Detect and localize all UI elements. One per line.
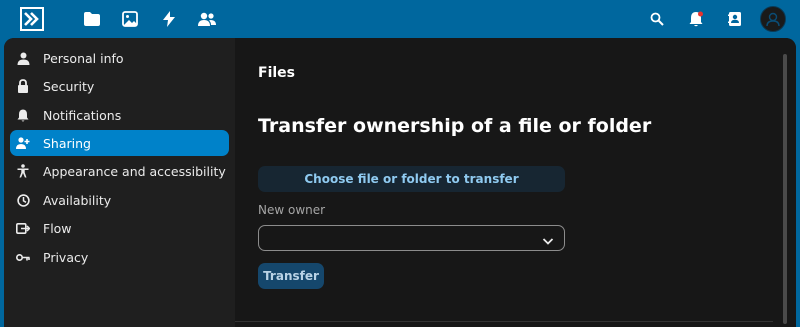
sidebar-item-appearance[interactable]: Appearance and accessibility [10, 158, 229, 184]
sidebar-item-label: Availability [43, 192, 112, 208]
main-content: Files Transfer ownership of a file or fo… [235, 38, 773, 327]
sidebar-item-personal-info[interactable]: Personal info [10, 45, 229, 71]
sidebar-item-label: Notifications [43, 107, 122, 123]
sidebar-item-security[interactable]: Security [10, 73, 229, 99]
section-title: Files [258, 65, 295, 81]
share-person-icon [16, 136, 30, 150]
contacts-menu-icon[interactable] [725, 9, 745, 29]
new-owner-select[interactable] [258, 225, 565, 251]
notifications-icon[interactable] [686, 9, 706, 29]
new-owner-label: New owner [258, 203, 326, 217]
transfer-button[interactable]: Transfer [258, 263, 324, 289]
key-icon [16, 250, 30, 264]
nextcloud-logo-icon[interactable] [20, 7, 44, 31]
sidebar-item-label: Privacy [43, 249, 89, 265]
photos-icon[interactable] [120, 9, 140, 29]
search-icon[interactable] [647, 9, 667, 29]
sidebar-item-privacy[interactable]: Privacy [10, 244, 229, 270]
sidebar-item-notifications[interactable]: Notifications [10, 102, 229, 128]
scrollbar[interactable] [773, 38, 796, 327]
accessibility-icon [16, 164, 30, 178]
sidebar-item-label: Sharing [43, 135, 91, 151]
app-frame: Personal info Security Notifications Sha… [4, 38, 796, 327]
scrollbar-thumb[interactable] [783, 54, 787, 324]
lock-icon [16, 79, 30, 93]
sidebar-item-availability[interactable]: Availability [10, 187, 229, 213]
chevron-down-icon [542, 232, 554, 245]
sidebar-item-label: Personal info [43, 50, 124, 66]
activity-icon[interactable] [159, 9, 179, 29]
bell-icon [16, 108, 30, 122]
choose-file-button[interactable]: Choose file or folder to transfer [258, 166, 565, 192]
sidebar-item-label: Flow [43, 220, 72, 236]
sidebar-item-sharing[interactable]: Sharing [10, 130, 229, 156]
person-icon [16, 51, 30, 65]
sidebar-item-flow[interactable]: Flow [10, 215, 229, 241]
divider [235, 321, 773, 322]
top-header [0, 0, 800, 38]
sidebar-item-label: Security [43, 78, 95, 94]
files-icon[interactable] [82, 9, 102, 29]
contacts-icon[interactable] [197, 9, 217, 29]
sidebar-item-label: Appearance and accessibility [43, 163, 226, 179]
page-title: Transfer ownership of a file or folder [258, 115, 652, 137]
flow-icon [16, 221, 30, 235]
clock-icon [16, 193, 30, 207]
settings-sidebar: Personal info Security Notifications Sha… [4, 38, 235, 327]
avatar[interactable] [760, 6, 786, 32]
